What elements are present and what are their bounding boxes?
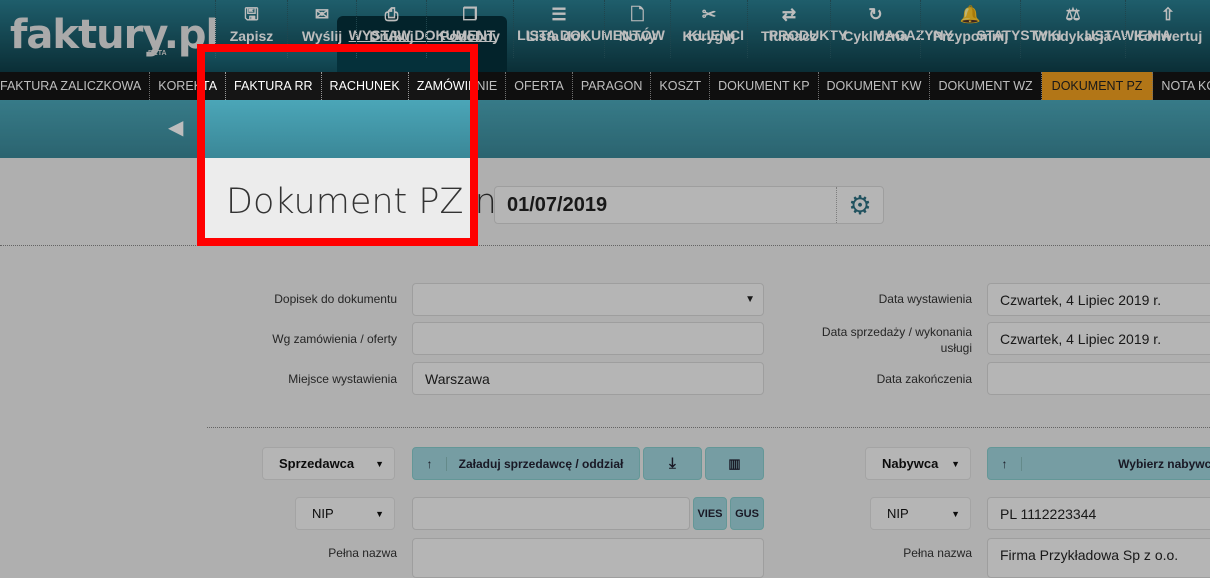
toolbar-label: Nowy bbox=[618, 28, 657, 44]
seller-select[interactable]: Sprzedawca ▼ bbox=[262, 447, 395, 480]
back-arrow-icon[interactable]: ◀ bbox=[168, 115, 183, 140]
doctype-paragon[interactable]: PARAGON bbox=[573, 72, 652, 100]
seller-id-type-select[interactable]: NIP ▼ bbox=[295, 497, 395, 530]
seller-nip-input[interactable] bbox=[412, 497, 690, 530]
toolbar-windykacja-button[interactable]: ⚖ Windykacja bbox=[1020, 0, 1125, 58]
data-sprzedazy-input[interactable]: Czwartek, 4 Lipiec 2019 r. bbox=[987, 322, 1210, 355]
logo[interactable]: faktury.pl bbox=[10, 12, 219, 58]
seller-id-type-value: NIP bbox=[312, 506, 334, 521]
exchange-icon: ⇄ bbox=[781, 5, 797, 24]
arrow-up-icon: ↑ bbox=[413, 456, 447, 471]
toolbar-label: Przypomnij bbox=[932, 28, 1009, 44]
buyer-select[interactable]: Nabywca ▼ bbox=[865, 447, 971, 480]
doctype-dokument-kp[interactable]: DOKUMENT KP bbox=[710, 72, 819, 100]
toolbar-lista-dok-button[interactable]: ☰ Lista dok. bbox=[513, 0, 604, 58]
choose-buyer-button[interactable]: ↑ Wybierz nabywcę bbox=[987, 447, 1210, 480]
seller-name-label: Pełna nazwa bbox=[328, 546, 397, 560]
buyer-nip-value: PL 1112223344 bbox=[1000, 505, 1097, 522]
miejsce-value: Warszawa bbox=[425, 370, 490, 387]
doctype-nota-korygujaca[interactable]: NOTA KORYGUJĄCA bbox=[1153, 72, 1210, 100]
buyer-id-type-select[interactable]: NIP ▼ bbox=[870, 497, 971, 530]
document-type-bar: FAKTURA ZALICZKOWA KOREKTA FAKTURA RR RA… bbox=[0, 72, 1210, 100]
toolbar-koryguj-button[interactable]: ✂ Koryguj bbox=[670, 0, 747, 58]
divider bbox=[207, 427, 1210, 428]
toolbar-label: Windykacja bbox=[1034, 28, 1112, 44]
gear-icon[interactable]: ⚙ bbox=[836, 187, 883, 223]
dopisek-label: Dopisek do dokumentu bbox=[274, 292, 397, 306]
chart-icon[interactable]: ▥ bbox=[705, 447, 764, 480]
copy-icon: ❐ bbox=[462, 5, 478, 24]
download-icon[interactable]: ⤓ bbox=[643, 447, 702, 480]
divider bbox=[0, 245, 1210, 246]
doctype-dokument-kw[interactable]: DOKUMENT KW bbox=[819, 72, 931, 100]
tools-icon: ✂ bbox=[701, 5, 717, 24]
data-wystawienia-label: Data wystawienia bbox=[878, 292, 972, 306]
list-icon: ☰ bbox=[551, 5, 567, 24]
toolbar-label: Tłumacz bbox=[760, 28, 817, 44]
highlight-box bbox=[197, 44, 478, 246]
envelope-icon: ✉ bbox=[314, 5, 330, 24]
data-zakonczenia-label: Data zakończenia bbox=[876, 372, 972, 386]
toolbar-label: Lista dok. bbox=[526, 28, 592, 44]
seller-select-value: Sprzedawca bbox=[279, 456, 355, 471]
doctype-dokument-wz[interactable]: DOKUMENT WZ bbox=[930, 72, 1042, 100]
doctype-faktura-zaliczkowa[interactable]: FAKTURA ZALICZKOWA bbox=[0, 72, 151, 100]
toolbar-cykliczna-button[interactable]: ↻ Cykliczna bbox=[830, 0, 920, 58]
data-sprzedazy-value: Czwartek, 4 Lipiec 2019 r. bbox=[1000, 330, 1162, 347]
buyer-name-input[interactable]: Firma Przykładowa Sp z o.o. bbox=[987, 538, 1210, 578]
chevron-down-icon: ▼ bbox=[951, 458, 960, 469]
gavel-icon: ⚖ bbox=[1065, 5, 1081, 24]
miejsce-input[interactable]: Warszawa bbox=[412, 362, 764, 395]
buyer-name-label: Pełna nazwa bbox=[903, 546, 972, 560]
toolbar-przypomnij-button[interactable]: 🔔 Przypomnij bbox=[920, 0, 1020, 58]
arrow-up-icon: ↑ bbox=[988, 456, 1022, 471]
buyer-select-value: Nabywca bbox=[882, 456, 939, 471]
data-sprzedazy-label: Data sprzedaży / wykonania usługi bbox=[821, 325, 972, 355]
dopisek-select[interactable]: ▼ bbox=[412, 283, 764, 316]
chevron-down-icon: ▼ bbox=[745, 294, 755, 305]
gus-button[interactable]: GUS bbox=[730, 497, 764, 530]
toolbar-tłumacz-button[interactable]: ⇄ Tłumacz bbox=[747, 0, 830, 58]
toolbar-nowy-button[interactable]: 🗋 Nowy bbox=[604, 0, 670, 58]
chevron-down-icon: ▼ bbox=[375, 458, 384, 469]
print-icon: ⎙ bbox=[384, 5, 399, 24]
document-number-input[interactable]: 01/07/2019 bbox=[494, 186, 884, 224]
data-zakonczenia-input[interactable] bbox=[987, 362, 1210, 395]
file-icon: 🗋 bbox=[630, 5, 645, 24]
load-seller-button[interactable]: ↑ Załaduj sprzedawcę / oddział bbox=[412, 447, 640, 480]
choose-buyer-label: Wybierz nabywcę bbox=[1118, 456, 1210, 471]
document-number-value: 01/07/2019 bbox=[507, 193, 608, 216]
data-wystawienia-input[interactable]: Czwartek, 4 Lipiec 2019 r. bbox=[987, 283, 1210, 316]
vies-button[interactable]: VIES bbox=[693, 497, 727, 530]
toolbar-label: Koryguj bbox=[682, 28, 736, 44]
buyer-name-value: Firma Przykładowa Sp z o.o. bbox=[1000, 547, 1179, 563]
toolbar-konwertuj-button[interactable]: ⇧ Konwertuj bbox=[1125, 0, 1210, 58]
refresh-icon: ↻ bbox=[868, 5, 883, 24]
load-seller-label: Załaduj sprzedawcę / oddział bbox=[458, 456, 624, 471]
doctype-oferta[interactable]: OFERTA bbox=[506, 72, 573, 100]
doctype-dokument-pz[interactable]: DOKUMENT PZ bbox=[1041, 72, 1154, 100]
seller-name-input[interactable] bbox=[412, 538, 764, 578]
save-icon: 🖫 bbox=[244, 5, 259, 24]
chevron-down-icon: ▼ bbox=[951, 508, 960, 519]
data-wystawienia-value: Czwartek, 4 Lipiec 2019 r. bbox=[1000, 291, 1162, 308]
buyer-id-type-value: NIP bbox=[887, 506, 909, 521]
zamowienie-input[interactable] bbox=[412, 322, 764, 355]
chevron-down-icon: ▼ bbox=[375, 508, 384, 519]
miejsce-label: Miejsce wystawienia bbox=[288, 372, 397, 386]
zamowienie-label: Wg zamówienia / oferty bbox=[272, 332, 397, 346]
buyer-nip-input[interactable]: PL 1112223344 bbox=[987, 497, 1210, 530]
toolbar-label: Konwertuj bbox=[1133, 28, 1203, 44]
doctype-koszt[interactable]: KOSZT bbox=[651, 72, 711, 100]
bell-icon: 🔔 bbox=[959, 5, 982, 24]
beta-badge: BETA bbox=[148, 50, 167, 57]
upload-icon: ⇧ bbox=[1160, 5, 1176, 24]
toolbar-label: Cykliczna bbox=[843, 28, 908, 44]
